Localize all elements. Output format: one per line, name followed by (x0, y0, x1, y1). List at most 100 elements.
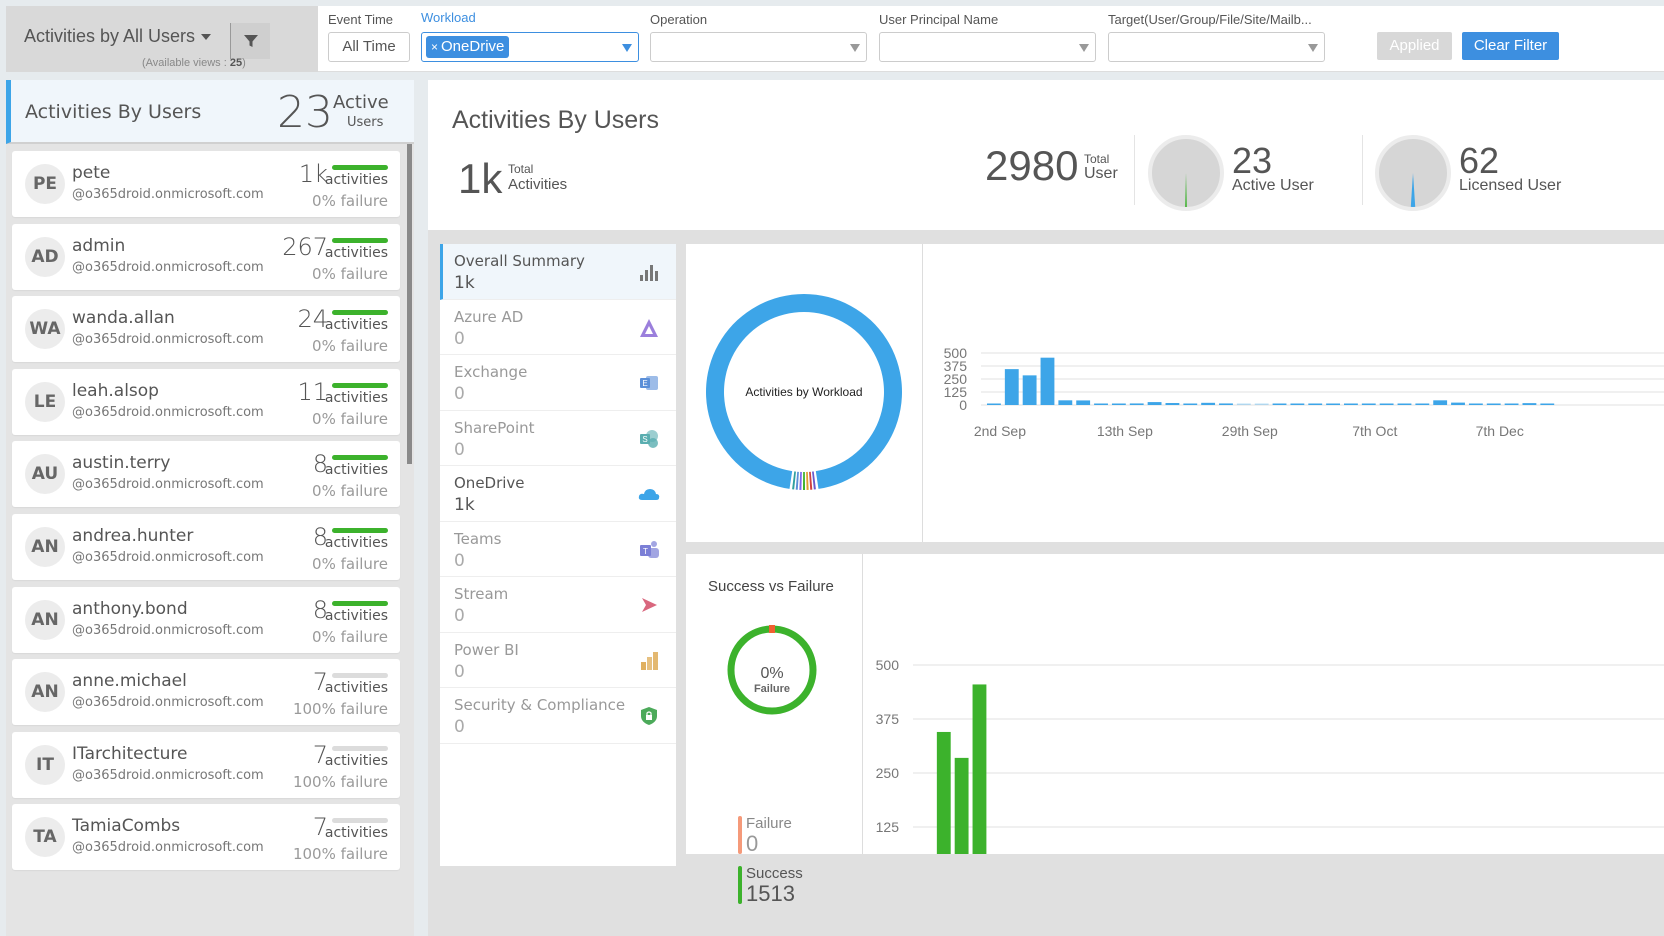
workload-count: 0 (454, 328, 465, 349)
remove-chip-icon[interactable]: × (431, 40, 438, 54)
failure-legend-marker (738, 816, 742, 854)
bar (1486, 403, 1501, 405)
activity-count: 24 (297, 305, 328, 334)
avatar: WA (25, 309, 65, 350)
workload-count: 0 (454, 550, 465, 571)
activity-count: 11 (297, 377, 328, 406)
workload-count: 1k (454, 495, 475, 515)
workload-name: Exchange (454, 363, 528, 381)
failure-marker (769, 625, 775, 633)
teams-icon: T (638, 540, 660, 560)
workload-select[interactable]: × OneDrive (421, 32, 639, 62)
workload-count: 1k (454, 273, 475, 293)
exchange-icon: E (638, 373, 660, 393)
bar (1379, 403, 1394, 405)
bar (987, 403, 1001, 405)
view-selector[interactable]: Activities by All Users (Available views… (6, 6, 318, 72)
dropdown-arrow-icon (850, 44, 860, 52)
event-time-label: Event Time (328, 12, 394, 27)
operation-filter: Operation (650, 12, 867, 62)
user-card[interactable]: TA TamiaCombs @o365droid.onmicrosoft.com 7 a… (12, 804, 400, 871)
workload-item[interactable]: Power BI 0 (440, 633, 676, 688)
activities-label: activities (324, 752, 388, 769)
total-label: Total (508, 162, 534, 176)
activity-count: 1k (298, 160, 328, 188)
view-title[interactable]: Activities by All Users (24, 26, 212, 47)
upn-select[interactable] (879, 32, 1096, 62)
workload-donut-panel: Activities by Workload (686, 244, 922, 542)
y-tick-label: 500 (876, 657, 900, 673)
bar (1290, 403, 1305, 405)
user-card[interactable]: WA wanda.allan @o365droid.onmicrosoft.com 2… (12, 296, 400, 363)
x-tick-label: 7th Dec (1476, 423, 1524, 439)
activity-count: 267 (282, 232, 328, 261)
sharepoint-icon: S (638, 429, 660, 449)
bar (1522, 403, 1537, 405)
bar (1040, 357, 1055, 405)
event-time-filter: Event Time All Time (328, 12, 410, 62)
donut-slice (812, 471, 816, 490)
power-bi-icon (638, 651, 660, 671)
workload-item[interactable]: Stream 0 (440, 577, 676, 633)
bar (1004, 369, 1019, 405)
licensed-user-value: 62 (1459, 140, 1500, 181)
workload-count: 0 (454, 606, 465, 626)
workload-item[interactable]: Security & Compliance 0 (440, 688, 676, 744)
workload-item[interactable]: SharePoint 0 S (440, 411, 676, 466)
user-name: andrea.hunter (72, 525, 194, 546)
activities-label: activities (324, 534, 388, 551)
user-domain: @o365droid.onmicrosoft.com (72, 187, 264, 202)
user-card[interactable]: AD admin @o365droid.onmicrosoft.com 267 acti… (12, 223, 400, 290)
target-select[interactable] (1108, 32, 1325, 62)
filter-toggle-button[interactable] (230, 23, 270, 59)
failure-rate: 0% failure (312, 554, 388, 573)
user-card[interactable]: AN andrea.hunter @o365droid.onmicrosoft.co… (12, 513, 400, 580)
activities-label: activities (324, 607, 388, 624)
user-name: anne.michael (72, 671, 187, 692)
user-card[interactable]: IT ITarchitecture @o365droid.onmicrosoft.c… (12, 731, 400, 798)
gauge-slice (1185, 173, 1187, 207)
scrollbar[interactable] (407, 144, 412, 464)
bar (1433, 400, 1448, 405)
workload-item[interactable]: Overall Summary 1k (440, 244, 676, 300)
clear-filter-button[interactable]: Clear Filter (1462, 32, 1559, 60)
upn-label: User Principal Name (879, 12, 999, 27)
workload-item[interactable]: Exchange 0 E (440, 355, 676, 411)
workload-name: OneDrive (454, 474, 525, 492)
y-tick-label: 250 (876, 765, 900, 781)
user-card[interactable]: LE leah.alsop @o365droid.onmicrosoft.com 11… (12, 368, 400, 435)
activities-label: activities (324, 317, 388, 334)
y-tick-label: 125 (876, 819, 900, 835)
success-legend-value: 1513 (746, 881, 795, 906)
workload-item[interactable]: Teams 0 T (440, 522, 676, 577)
user-card[interactable]: AU austin.terry @o365droid.onmicrosoft.com… (12, 441, 400, 508)
event-time-select[interactable]: All Time (328, 32, 410, 62)
bar (1254, 403, 1269, 405)
user-card[interactable]: PE pete @o365droid.onmicrosoft.com 1k activi… (12, 151, 400, 217)
avatar: AD (25, 236, 65, 277)
dropdown-arrow-icon (622, 44, 632, 52)
summary-header: Activities By Users 1k Total Activities … (428, 80, 1664, 230)
user-domain: @o365droid.onmicrosoft.com (72, 404, 264, 420)
bar (1183, 403, 1198, 405)
users-label: Users (347, 115, 384, 130)
workload-donut-chart: Activities by Workload (706, 294, 902, 490)
bar (1361, 403, 1376, 405)
applied-button[interactable]: Applied (1377, 32, 1452, 60)
operation-select[interactable] (650, 32, 867, 62)
user-card[interactable]: AN anthony.bond @o365droid.onmicrosoft.com… (12, 586, 400, 653)
success-bar-chart: 01252503755002nd Sep13th Sep29th Sep7th … (876, 657, 1664, 915)
failure-rate: 100% failure (292, 772, 388, 791)
user-card[interactable]: AN anne.michael @o365droid.onmicrosoft.com… (12, 659, 400, 726)
workload-item[interactable]: Azure AD 0 (440, 300, 676, 355)
workload-name: Power BI (454, 640, 519, 659)
user-name: admin (72, 235, 126, 256)
bar (1147, 402, 1162, 405)
bar (1129, 403, 1144, 405)
user-domain: @o365droid.onmicrosoft.com (72, 622, 264, 638)
success-bar (332, 673, 388, 679)
gauge-slice (1410, 173, 1416, 207)
svg-text:E: E (642, 379, 647, 388)
workload-item[interactable]: OneDrive 1k (440, 466, 676, 522)
workload-chip[interactable]: × OneDrive (426, 36, 510, 58)
